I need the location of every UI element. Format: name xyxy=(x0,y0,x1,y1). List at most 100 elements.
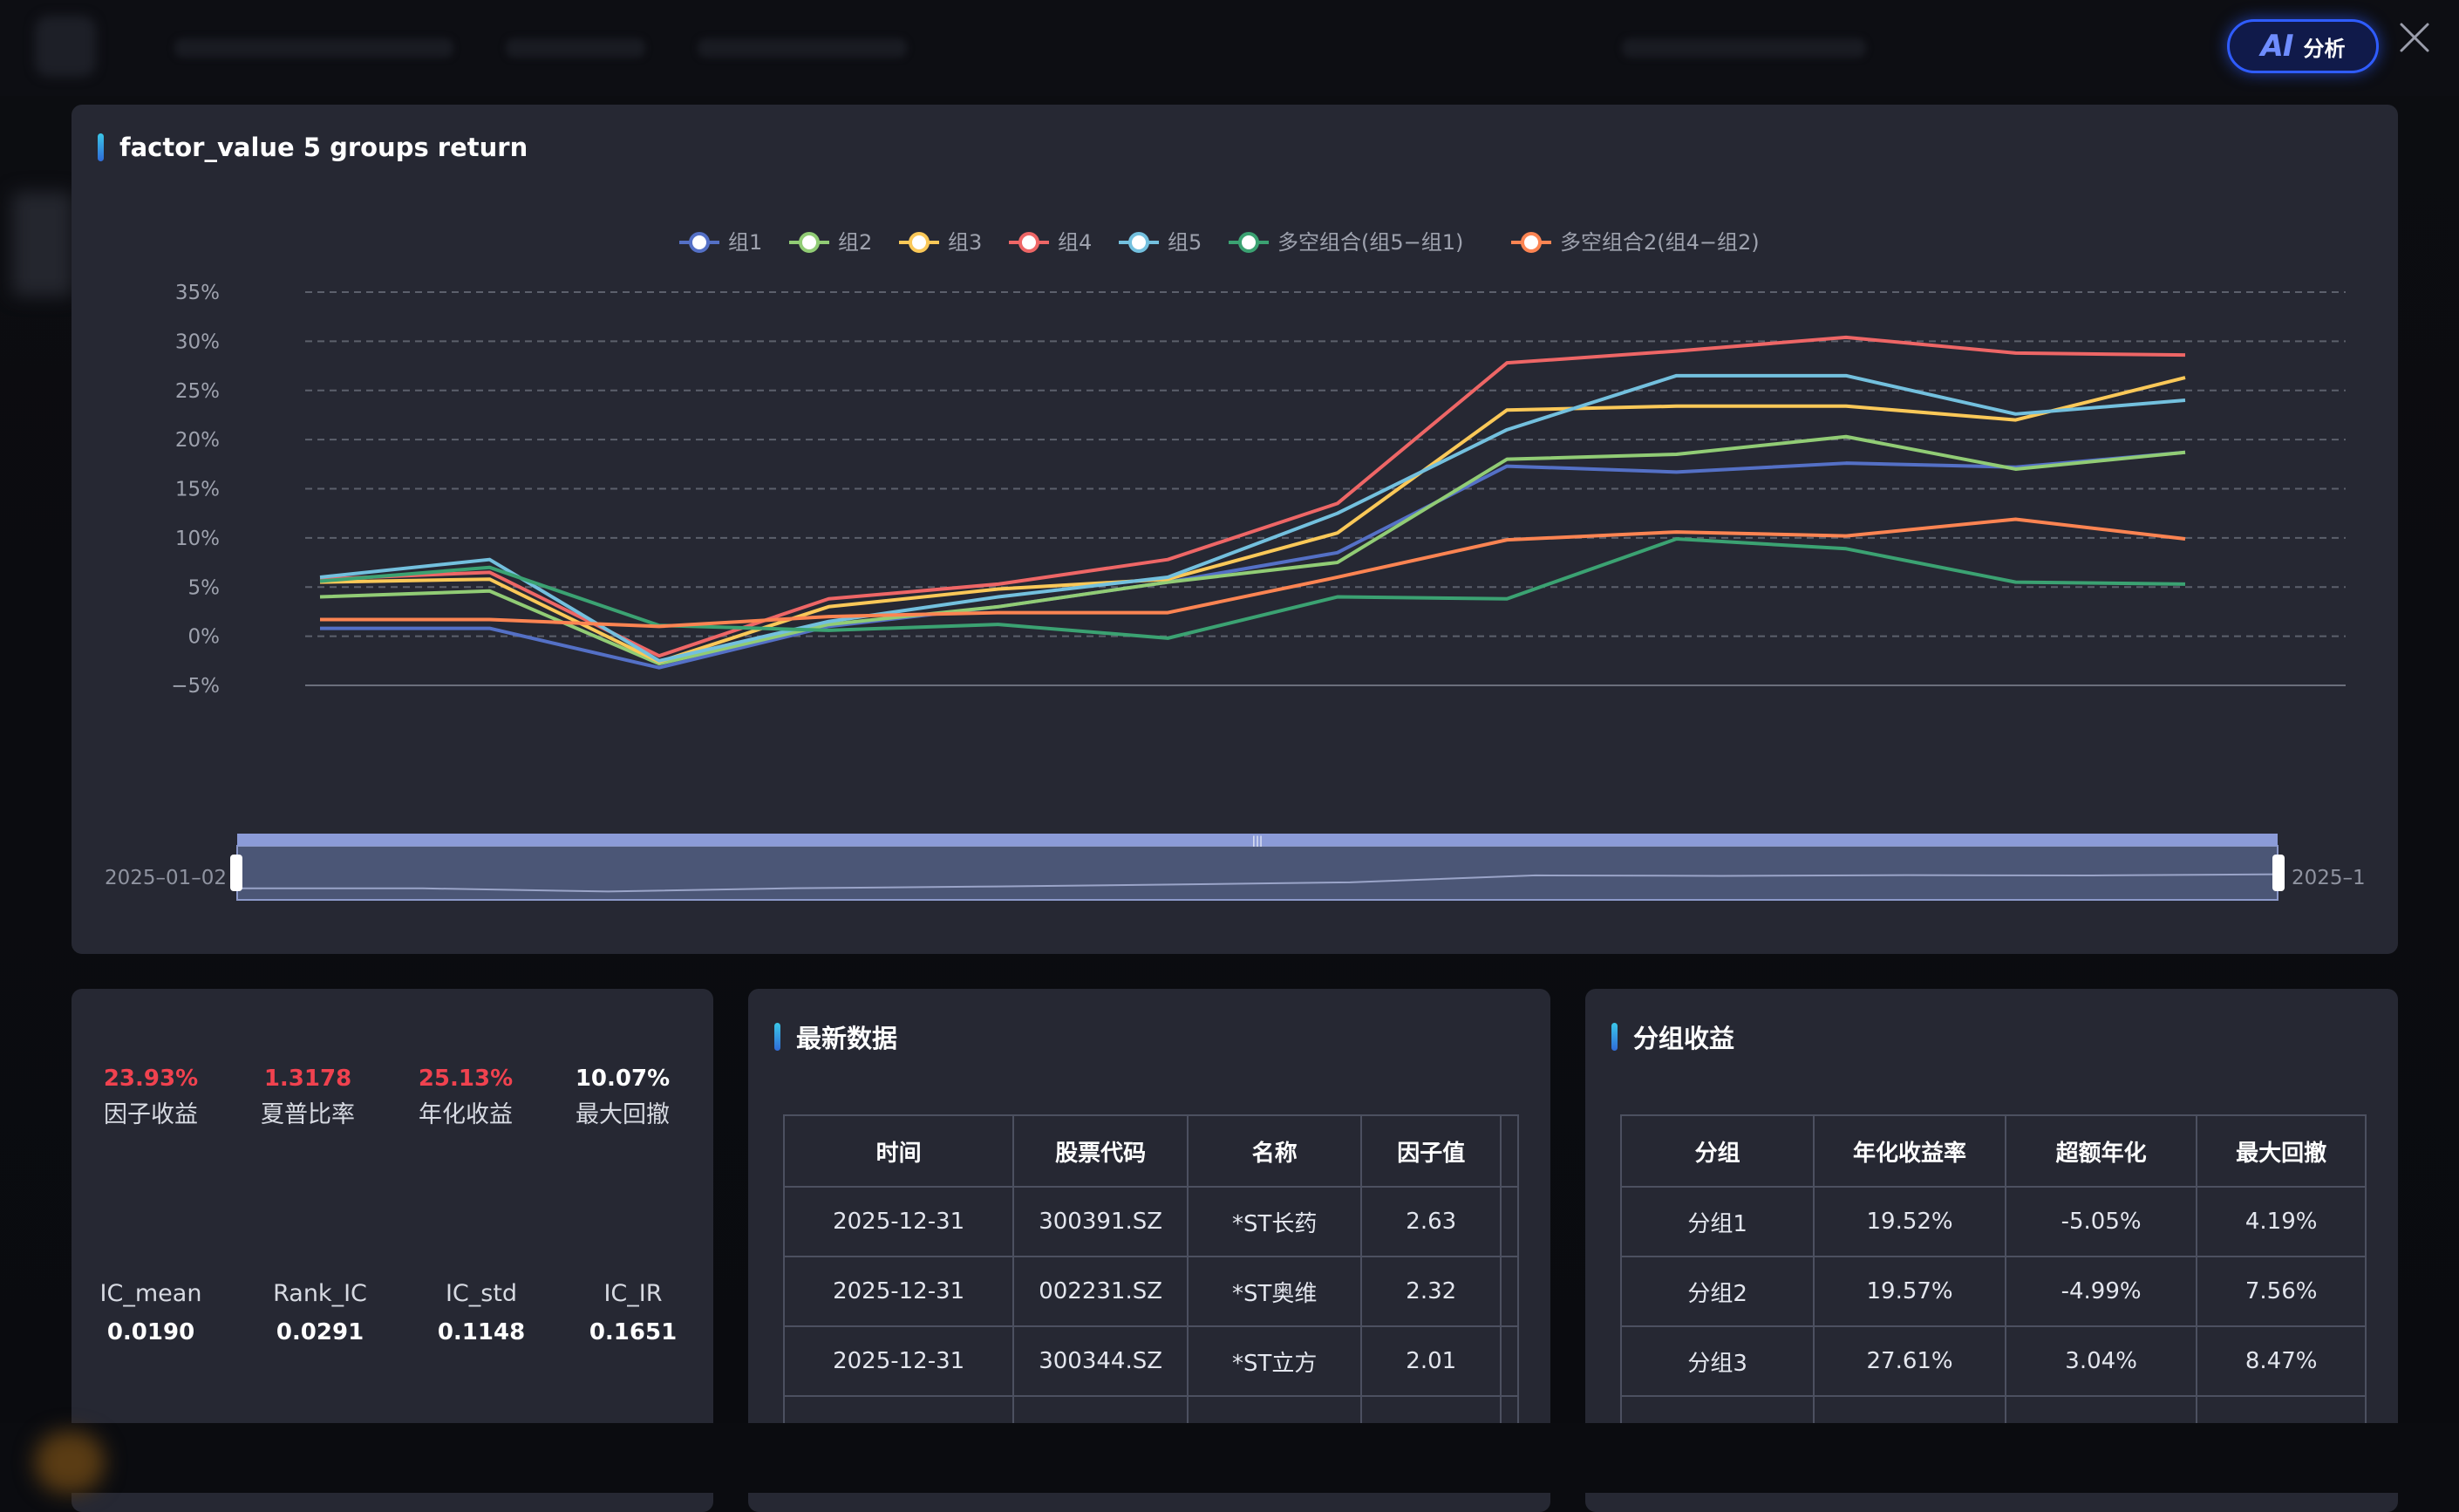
cell-group: 分组3 xyxy=(1619,1325,1815,1397)
cell-max-drawdown: 8.47% xyxy=(2196,1325,2367,1397)
blurred-nav-item xyxy=(1622,38,1866,58)
zoom-handle-right xyxy=(2272,855,2285,891)
stat-label: 最大回撤 xyxy=(576,1101,670,1128)
column-header-annual-return[interactable]: 年化收益率 xyxy=(1813,1114,2006,1188)
cell-group: 分组2 xyxy=(1619,1256,1815,1327)
column-header-code[interactable]: 股票代码 xyxy=(1012,1114,1189,1188)
column-header-max-drawdown[interactable]: 最大回撤 xyxy=(2196,1114,2367,1188)
blurred-nav-item xyxy=(174,38,453,58)
table-row[interactable]: 2025-12-31 002231.SZ *ST奥维 2.32 xyxy=(782,1256,1519,1327)
table-row[interactable]: 分组3 27.61% 3.04% 8.47% xyxy=(1619,1325,2367,1397)
cell-code: 300344.SZ xyxy=(1012,1325,1189,1397)
latest-panel-header: 最新数据 xyxy=(774,1018,897,1055)
blurred-logo xyxy=(35,16,96,77)
legend-label: 多空组合(组5−组1) xyxy=(1277,230,1463,255)
stat-ic-mean: IC_mean 0.0190 xyxy=(72,1280,230,1345)
table-row[interactable]: 分组2 19.57% -4.99% 7.56% xyxy=(1619,1256,2367,1327)
cell-factor: 2.01 xyxy=(1360,1325,1502,1397)
cell-max-drawdown: 7.56% xyxy=(2196,1256,2367,1327)
table-scrollbar-gutter[interactable] xyxy=(1500,1186,1519,1257)
stat-value: 0.0190 xyxy=(106,1319,195,1345)
cell-excess-annual: 3.04% xyxy=(2004,1325,2198,1397)
ai-analysis-label: 分析 xyxy=(2303,36,2346,61)
cell-annual-return: 19.57% xyxy=(1813,1256,2006,1327)
group-return-chart-panel: factor_value 5 groups return 35% 30% 25% 20… xyxy=(72,105,2398,954)
cell-time: 2025-12-31 xyxy=(782,1186,1015,1257)
table-row[interactable]: 2025-12-31 300391.SZ *ST长药 2.63 xyxy=(782,1186,1519,1257)
stat-value: 25.13% xyxy=(418,1066,514,1092)
legend-marker xyxy=(1521,232,1542,253)
table-row[interactable]: 2025-12-31 300344.SZ *ST立方 2.01 xyxy=(782,1325,1519,1397)
stat-label: 年化收益 xyxy=(419,1101,513,1128)
blurred-nav-item xyxy=(506,38,645,58)
stat-label: 因子收益 xyxy=(104,1101,198,1128)
group-panel-title: 分组收益 xyxy=(1633,1024,1735,1053)
legend-label: 多空组合2(组4−组2) xyxy=(1560,230,1760,255)
column-header-group[interactable]: 分组 xyxy=(1619,1114,1815,1188)
column-header-time[interactable]: 时间 xyxy=(782,1114,1015,1188)
legend-label: 组2 xyxy=(838,230,872,255)
stat-sharpe-ratio: 1.3178 夏普比率 xyxy=(228,1066,387,1129)
stat-value: 0.1651 xyxy=(589,1319,678,1345)
table-header-row: 分组 年化收益率 超额年化 最大回撤 xyxy=(1619,1114,2367,1188)
y-tick-label: 15% xyxy=(175,479,220,501)
cell-time: 2025-12-31 xyxy=(782,1256,1015,1327)
cell-annual-return: 27.61% xyxy=(1813,1325,2006,1397)
stat-label: Rank_IC xyxy=(273,1280,367,1307)
stat-label: IC_std xyxy=(445,1280,518,1307)
bottom-overlay xyxy=(0,1423,2459,1493)
legend-label: 组4 xyxy=(1058,230,1092,255)
group-returns-table: 分组 年化收益率 超额年化 最大回撤 分组1 19.52% -5.05% 4.1… xyxy=(1619,1114,2367,1467)
y-tick-label: 35% xyxy=(175,282,220,304)
y-tick-label: 10% xyxy=(175,528,220,550)
stat-value: 10.07% xyxy=(575,1066,671,1092)
table-header-row: 时间 股票代码 名称 因子值 xyxy=(782,1114,1519,1188)
legend-label: 组3 xyxy=(948,230,982,255)
cell-name: *ST立方 xyxy=(1187,1325,1363,1397)
y-tick-label: 5% xyxy=(188,576,221,599)
y-tick-label: 30% xyxy=(175,330,220,353)
cell-excess-annual: -4.99% xyxy=(2004,1256,2198,1327)
stat-factor-return: 23.93% 因子收益 xyxy=(72,1066,230,1129)
line-chart: 35% 30% 25% 20% 15% 10% 5% 0% −5% 组1 组2 组3 组4 组5 多空组合(… xyxy=(105,230,2366,901)
zoom-slider-track xyxy=(236,845,2278,901)
table-scrollbar-gutter[interactable] xyxy=(1500,1256,1519,1327)
stat-ic-ir: IC_IR 0.1651 xyxy=(554,1280,712,1345)
title-accent-bar xyxy=(1611,1023,1618,1051)
table-row[interactable]: 分组1 19.52% -5.05% 4.19% xyxy=(1619,1186,2367,1257)
legend-marker xyxy=(1018,232,1039,253)
ai-analysis-button[interactable]: AI 分析 xyxy=(2227,19,2379,73)
stat-value: 1.3178 xyxy=(263,1066,352,1092)
stat-value: 0.0291 xyxy=(276,1319,364,1345)
column-header-factor[interactable]: 因子值 xyxy=(1360,1114,1502,1188)
zoom-grip-icon: ||| xyxy=(1252,834,1263,847)
stat-value: 0.1148 xyxy=(437,1319,526,1345)
legend-marker xyxy=(909,232,930,253)
cell-factor: 2.63 xyxy=(1360,1186,1502,1257)
cell-max-drawdown: 4.19% xyxy=(2196,1186,2367,1257)
column-header-excess-annual[interactable]: 超额年化 xyxy=(2004,1114,2198,1188)
stat-label: IC_mean xyxy=(99,1280,202,1307)
latest-panel-title: 最新数据 xyxy=(796,1024,898,1053)
zoom-handle-left xyxy=(230,855,242,891)
legend-marker xyxy=(1128,232,1149,253)
table-scrollbar-gutter[interactable] xyxy=(1500,1114,1519,1188)
legend-label: 组5 xyxy=(1168,230,1202,255)
blurred-avatar xyxy=(35,1432,105,1493)
zoom-start-label: 2025–01–02 xyxy=(105,867,227,889)
stat-label: 夏普比率 xyxy=(261,1101,355,1128)
column-header-name[interactable]: 名称 xyxy=(1187,1114,1363,1188)
stat-ic-std: IC_std 0.1148 xyxy=(402,1280,561,1345)
cell-code: 300391.SZ xyxy=(1012,1186,1189,1257)
table-scrollbar-gutter[interactable] xyxy=(1500,1325,1519,1397)
title-accent-bar xyxy=(774,1023,780,1051)
y-tick-label: 0% xyxy=(188,626,221,649)
cell-name: *ST奥维 xyxy=(1187,1256,1363,1327)
cell-name: *ST长药 xyxy=(1187,1186,1363,1257)
legend-marker xyxy=(799,232,820,253)
close-icon[interactable] xyxy=(2393,16,2436,59)
group-panel-header: 分组收益 xyxy=(1611,1018,1734,1055)
stat-annual-return: 25.13% 年化收益 xyxy=(386,1066,545,1129)
stat-rank-ic: Rank_IC 0.0291 xyxy=(241,1280,399,1345)
legend-label: 组1 xyxy=(728,230,762,255)
